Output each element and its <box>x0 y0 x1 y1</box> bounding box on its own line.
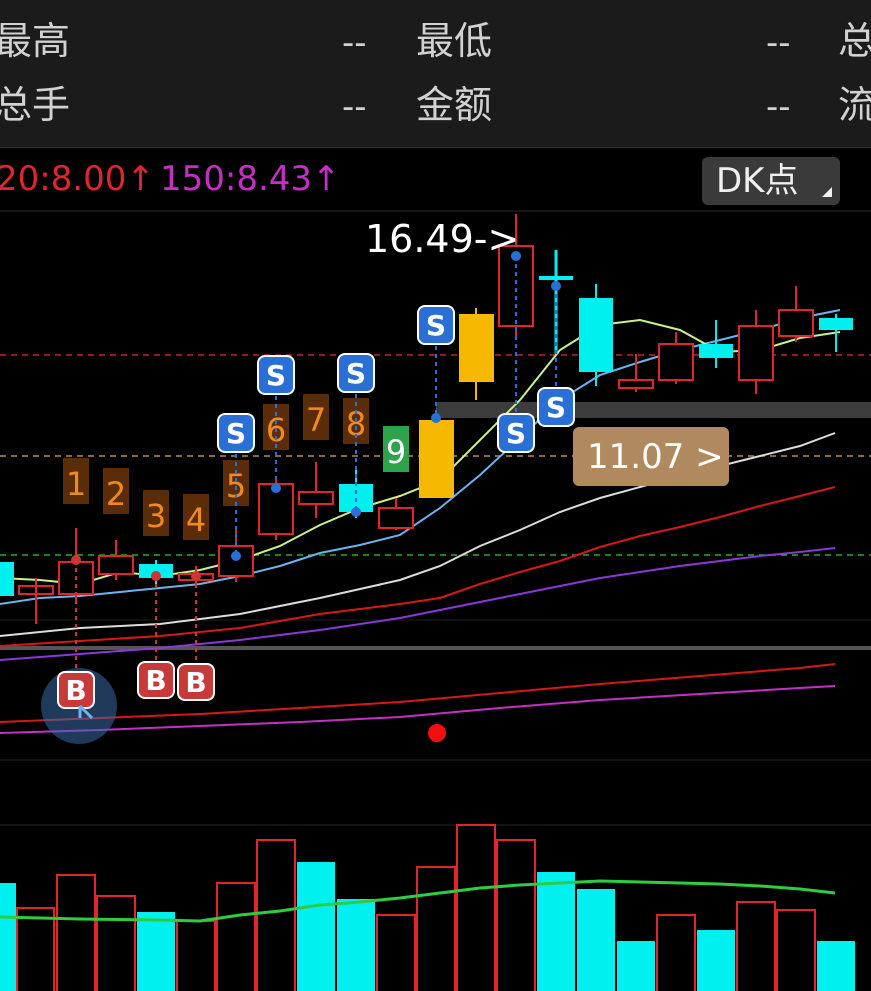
volume-bar <box>297 862 335 991</box>
signal-dot <box>511 251 521 261</box>
sell-marker-label: S <box>546 391 566 424</box>
buy-marker-label: B <box>145 664 166 697</box>
candle <box>819 318 853 330</box>
volume-bar <box>697 930 735 991</box>
signal-dot <box>551 281 561 291</box>
count-2: 2 <box>106 475 126 513</box>
candle <box>778 309 814 337</box>
volume-bar <box>496 839 536 991</box>
sell-marker-label: S <box>426 309 446 342</box>
candle <box>419 420 454 498</box>
volume-bar <box>176 920 216 991</box>
price-tag-label: 11.07 > <box>587 437 724 477</box>
volume-bar <box>216 882 256 991</box>
volume-bar <box>137 912 175 991</box>
candle <box>459 314 494 382</box>
high-price-label: 16.49-> <box>365 217 519 261</box>
signal-dot <box>191 571 201 581</box>
volume-bar <box>817 941 855 991</box>
candle <box>658 343 694 381</box>
volume-bar <box>736 901 776 991</box>
volume-bar <box>337 899 375 991</box>
volume-bar <box>617 941 655 991</box>
buy-marker-label: B <box>185 666 206 699</box>
candle <box>618 379 654 389</box>
candles <box>0 214 853 624</box>
count-4: 4 <box>186 501 206 539</box>
volume-bar <box>577 889 615 991</box>
volume-bar <box>0 883 16 991</box>
signal-dot <box>351 507 361 517</box>
signal-dot <box>71 555 81 565</box>
candle <box>98 555 134 575</box>
signal-dot-red <box>428 724 446 742</box>
candle <box>0 562 14 596</box>
sell-marker-label: S <box>226 417 246 450</box>
signal-dot <box>271 483 281 493</box>
count-9: 9 <box>386 433 406 471</box>
candle <box>699 344 733 358</box>
candle <box>738 325 774 381</box>
volume-bar <box>656 914 696 991</box>
sell-marker-label: S <box>346 357 366 390</box>
signal-dot <box>231 551 241 561</box>
candle <box>579 298 613 372</box>
volume-bar <box>416 866 456 991</box>
candle <box>378 507 414 529</box>
count-1: 1 <box>66 465 86 503</box>
candle <box>298 491 334 505</box>
ma150-line <box>0 685 836 734</box>
count-7: 7 <box>306 401 326 439</box>
volume-bars <box>0 824 855 991</box>
volume-bar <box>537 872 575 991</box>
volume-bar <box>256 839 296 991</box>
volume-bar <box>96 895 136 991</box>
count-3: 3 <box>146 497 166 535</box>
volume-bar <box>456 824 496 991</box>
candle <box>539 276 573 280</box>
volume-bar <box>376 914 416 991</box>
volume-bar <box>56 874 96 991</box>
buy-marker-label: B <box>65 674 86 707</box>
kline-chart[interactable]: 16.49-> 1 2 3 4 5 6 7 8 9 S S S S S S B … <box>0 0 871 991</box>
signal-dot <box>431 413 441 423</box>
volume-bar <box>776 909 816 991</box>
sell-marker-label: S <box>506 417 526 450</box>
volume-bar <box>16 907 55 991</box>
signal-dot <box>151 571 161 581</box>
sell-marker-label: S <box>266 359 286 392</box>
